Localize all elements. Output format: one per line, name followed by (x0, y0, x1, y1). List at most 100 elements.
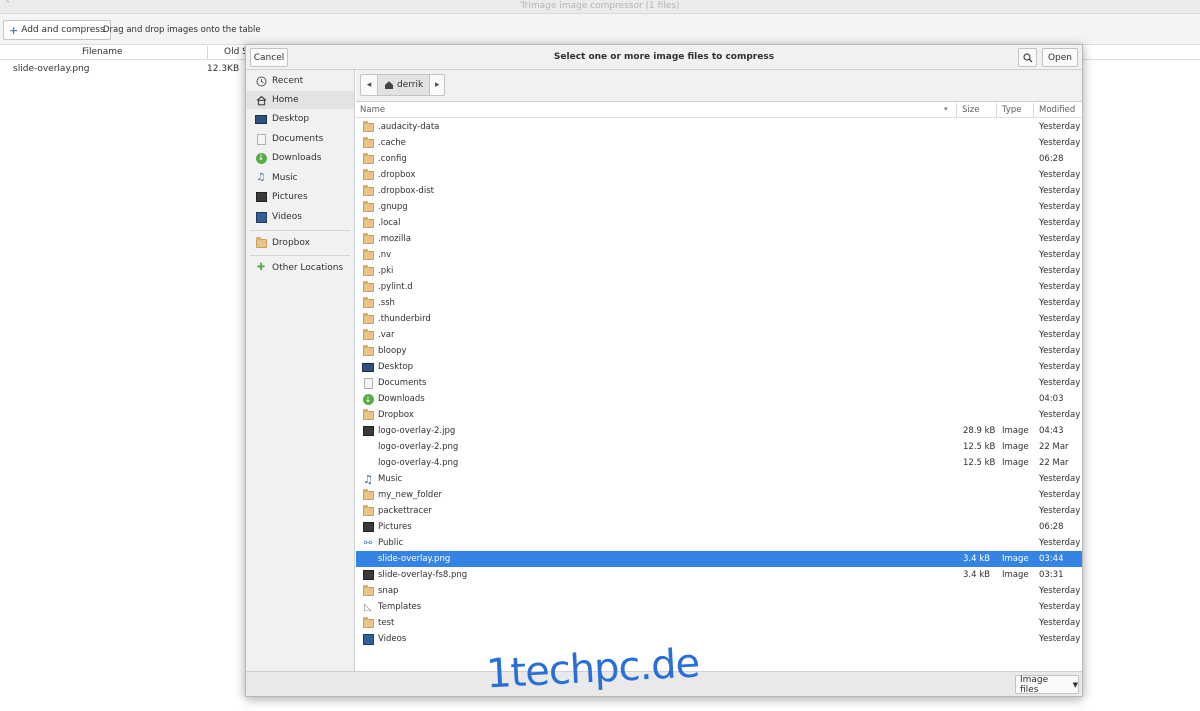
file-row[interactable]: logo-overlay-2.jpg 28.9 kB Image 04:43 (356, 423, 1082, 439)
file-type: Image (1002, 554, 1029, 564)
file-row[interactable]: bloopy Yesterday (356, 343, 1082, 359)
file-name: Music (378, 474, 403, 484)
dropdown-arrow-icon: ▼ (1072, 680, 1078, 689)
file-row[interactable]: Dropbox Yesterday (356, 407, 1082, 423)
file-row[interactable]: .ssh Yesterday (356, 295, 1082, 311)
file-row[interactable]: slide-overlay-fs8.png 3.4 kB Image 03:31 (356, 567, 1082, 583)
home-icon (385, 81, 393, 89)
blank-icon (362, 457, 374, 469)
image-icon (362, 425, 374, 437)
folder-icon (362, 488, 374, 501)
search-icon (1022, 52, 1032, 62)
file-type: Image (1002, 426, 1029, 436)
file-row[interactable]: .var Yesterday (356, 327, 1082, 343)
video-icon (362, 633, 374, 645)
sidebar-item-downloads[interactable]: ↓ Downloads (246, 149, 354, 167)
sidebar-item-desktop[interactable]: Desktop (246, 110, 354, 128)
file-row[interactable]: slide-overlay.png 3.4 kB Image 03:44 (356, 551, 1082, 567)
path-segment-label: derrik (397, 80, 424, 90)
sidebar-item-home[interactable]: Home (246, 91, 354, 109)
file-list: .audacity-data Yesterday .cache Yesterday .c… (356, 118, 1082, 671)
row-old-size: 12.3KB (207, 64, 240, 74)
column-separator[interactable] (1033, 103, 1034, 117)
file-row[interactable]: .audacity-data Yesterday (356, 119, 1082, 135)
column-header-filename[interactable]: Filename (82, 47, 123, 57)
documents-icon (255, 133, 267, 145)
column-header-name[interactable]: Name (360, 105, 385, 115)
file-row[interactable]: .nv Yesterday (356, 247, 1082, 263)
file-row[interactable]: logo-overlay-2.png 12.5 kB Image 22 Mar (356, 439, 1082, 455)
column-separator[interactable] (996, 103, 997, 117)
sidebar-item-videos[interactable]: Videos (246, 208, 354, 226)
file-modified: Yesterday (1039, 234, 1081, 244)
template-icon: ◺ (364, 601, 372, 613)
file-modified: Yesterday (1039, 282, 1081, 292)
file-size: 28.9 kB (963, 426, 996, 436)
file-modified: Yesterday (1039, 202, 1081, 212)
file-type-filter[interactable]: Image files ▼ (1015, 675, 1079, 695)
home-icon (255, 94, 267, 106)
file-row[interactable]: ♫ Music Yesterday (356, 471, 1082, 487)
file-row[interactable]: ↓ Downloads 04:03 (356, 391, 1082, 407)
file-list-header: Name ▾ Size Type Modified (356, 102, 1082, 118)
file-row[interactable]: .cache Yesterday (356, 135, 1082, 151)
file-row[interactable]: .thunderbird Yesterday (356, 311, 1082, 327)
file-type: Image (1002, 570, 1029, 580)
main-window-title: Trimage image compressor (1 files) (520, 1, 680, 11)
sidebar-item-dropbox[interactable]: Dropbox (246, 234, 354, 252)
file-row[interactable]: .config 06:28 (356, 151, 1082, 167)
sidebar-item-documents[interactable]: Documents (246, 130, 354, 148)
file-row[interactable]: ⚯ Public Yesterday (356, 535, 1082, 551)
column-header-modified[interactable]: Modified (1039, 105, 1075, 115)
search-button[interactable] (1018, 48, 1037, 67)
file-row[interactable]: .gnupg Yesterday (356, 199, 1082, 215)
file-size: 3.4 kB (963, 570, 990, 580)
sidebar-item-other-locations[interactable]: ✚ Other Locations (246, 259, 354, 277)
file-row[interactable]: packettracer Yesterday (356, 503, 1082, 519)
sidebar-item-music[interactable]: ♫ Music (246, 169, 354, 187)
path-scroll-left-button[interactable]: ◂ (361, 75, 378, 95)
column-separator[interactable] (207, 46, 208, 59)
file-row[interactable]: Desktop Yesterday (356, 359, 1082, 375)
file-row[interactable]: ◺ Templates Yesterday (356, 599, 1082, 615)
plus-icon: + (9, 23, 19, 37)
file-name: Public (378, 538, 404, 548)
file-row[interactable]: test Yesterday (356, 615, 1082, 631)
share-icon: ⚯ (363, 537, 373, 549)
file-row[interactable]: my_new_folder Yesterday (356, 487, 1082, 503)
sort-descending-icon[interactable]: ▾ (944, 105, 948, 113)
file-row[interactable]: Videos Yesterday (356, 631, 1082, 647)
file-modified: Yesterday (1039, 618, 1081, 628)
downloads-icon: ↓ (255, 152, 267, 164)
file-row[interactable]: Pictures 06:28 (356, 519, 1082, 535)
file-row[interactable]: .dropbox-dist Yesterday (356, 183, 1082, 199)
file-row[interactable]: .dropbox Yesterday (356, 167, 1082, 183)
path-segment-home[interactable]: derrik (378, 75, 430, 95)
image-icon (362, 521, 374, 533)
folder-icon (362, 312, 374, 325)
file-row[interactable]: .local Yesterday (356, 215, 1082, 231)
pictures-icon (255, 191, 267, 203)
dialog-title: Select one or more image files to compre… (553, 52, 775, 62)
chevron-left-icon: ◂ (366, 80, 372, 90)
file-row[interactable]: logo-overlay-4.png 12.5 kB Image 22 Mar (356, 455, 1082, 471)
main-toolbar: + Add and compress Drag and drop images … (0, 14, 1200, 45)
open-button[interactable]: Open (1042, 48, 1078, 67)
file-name: .pylint.d (378, 282, 413, 292)
add-and-compress-button[interactable]: + Add and compress (3, 20, 111, 40)
file-row[interactable]: snap Yesterday (356, 583, 1082, 599)
file-modified: Yesterday (1039, 122, 1081, 132)
file-row[interactable]: .pylint.d Yesterday (356, 279, 1082, 295)
sidebar-item-recent[interactable]: Recent (246, 72, 354, 90)
column-header-type[interactable]: Type (1002, 105, 1022, 115)
file-modified: 22 Mar (1039, 458, 1069, 468)
column-separator[interactable] (956, 103, 957, 117)
sidebar-item-pictures[interactable]: Pictures (246, 188, 354, 206)
column-header-size[interactable]: Size (962, 105, 979, 115)
path-scroll-right-button[interactable]: ▸ (429, 75, 444, 95)
file-row[interactable]: .mozilla Yesterday (356, 231, 1082, 247)
file-name: Dropbox (378, 410, 414, 420)
file-row[interactable]: .pki Yesterday (356, 263, 1082, 279)
file-row[interactable]: Documents Yesterday (356, 375, 1082, 391)
sidebar-item-label: Videos (272, 212, 302, 222)
